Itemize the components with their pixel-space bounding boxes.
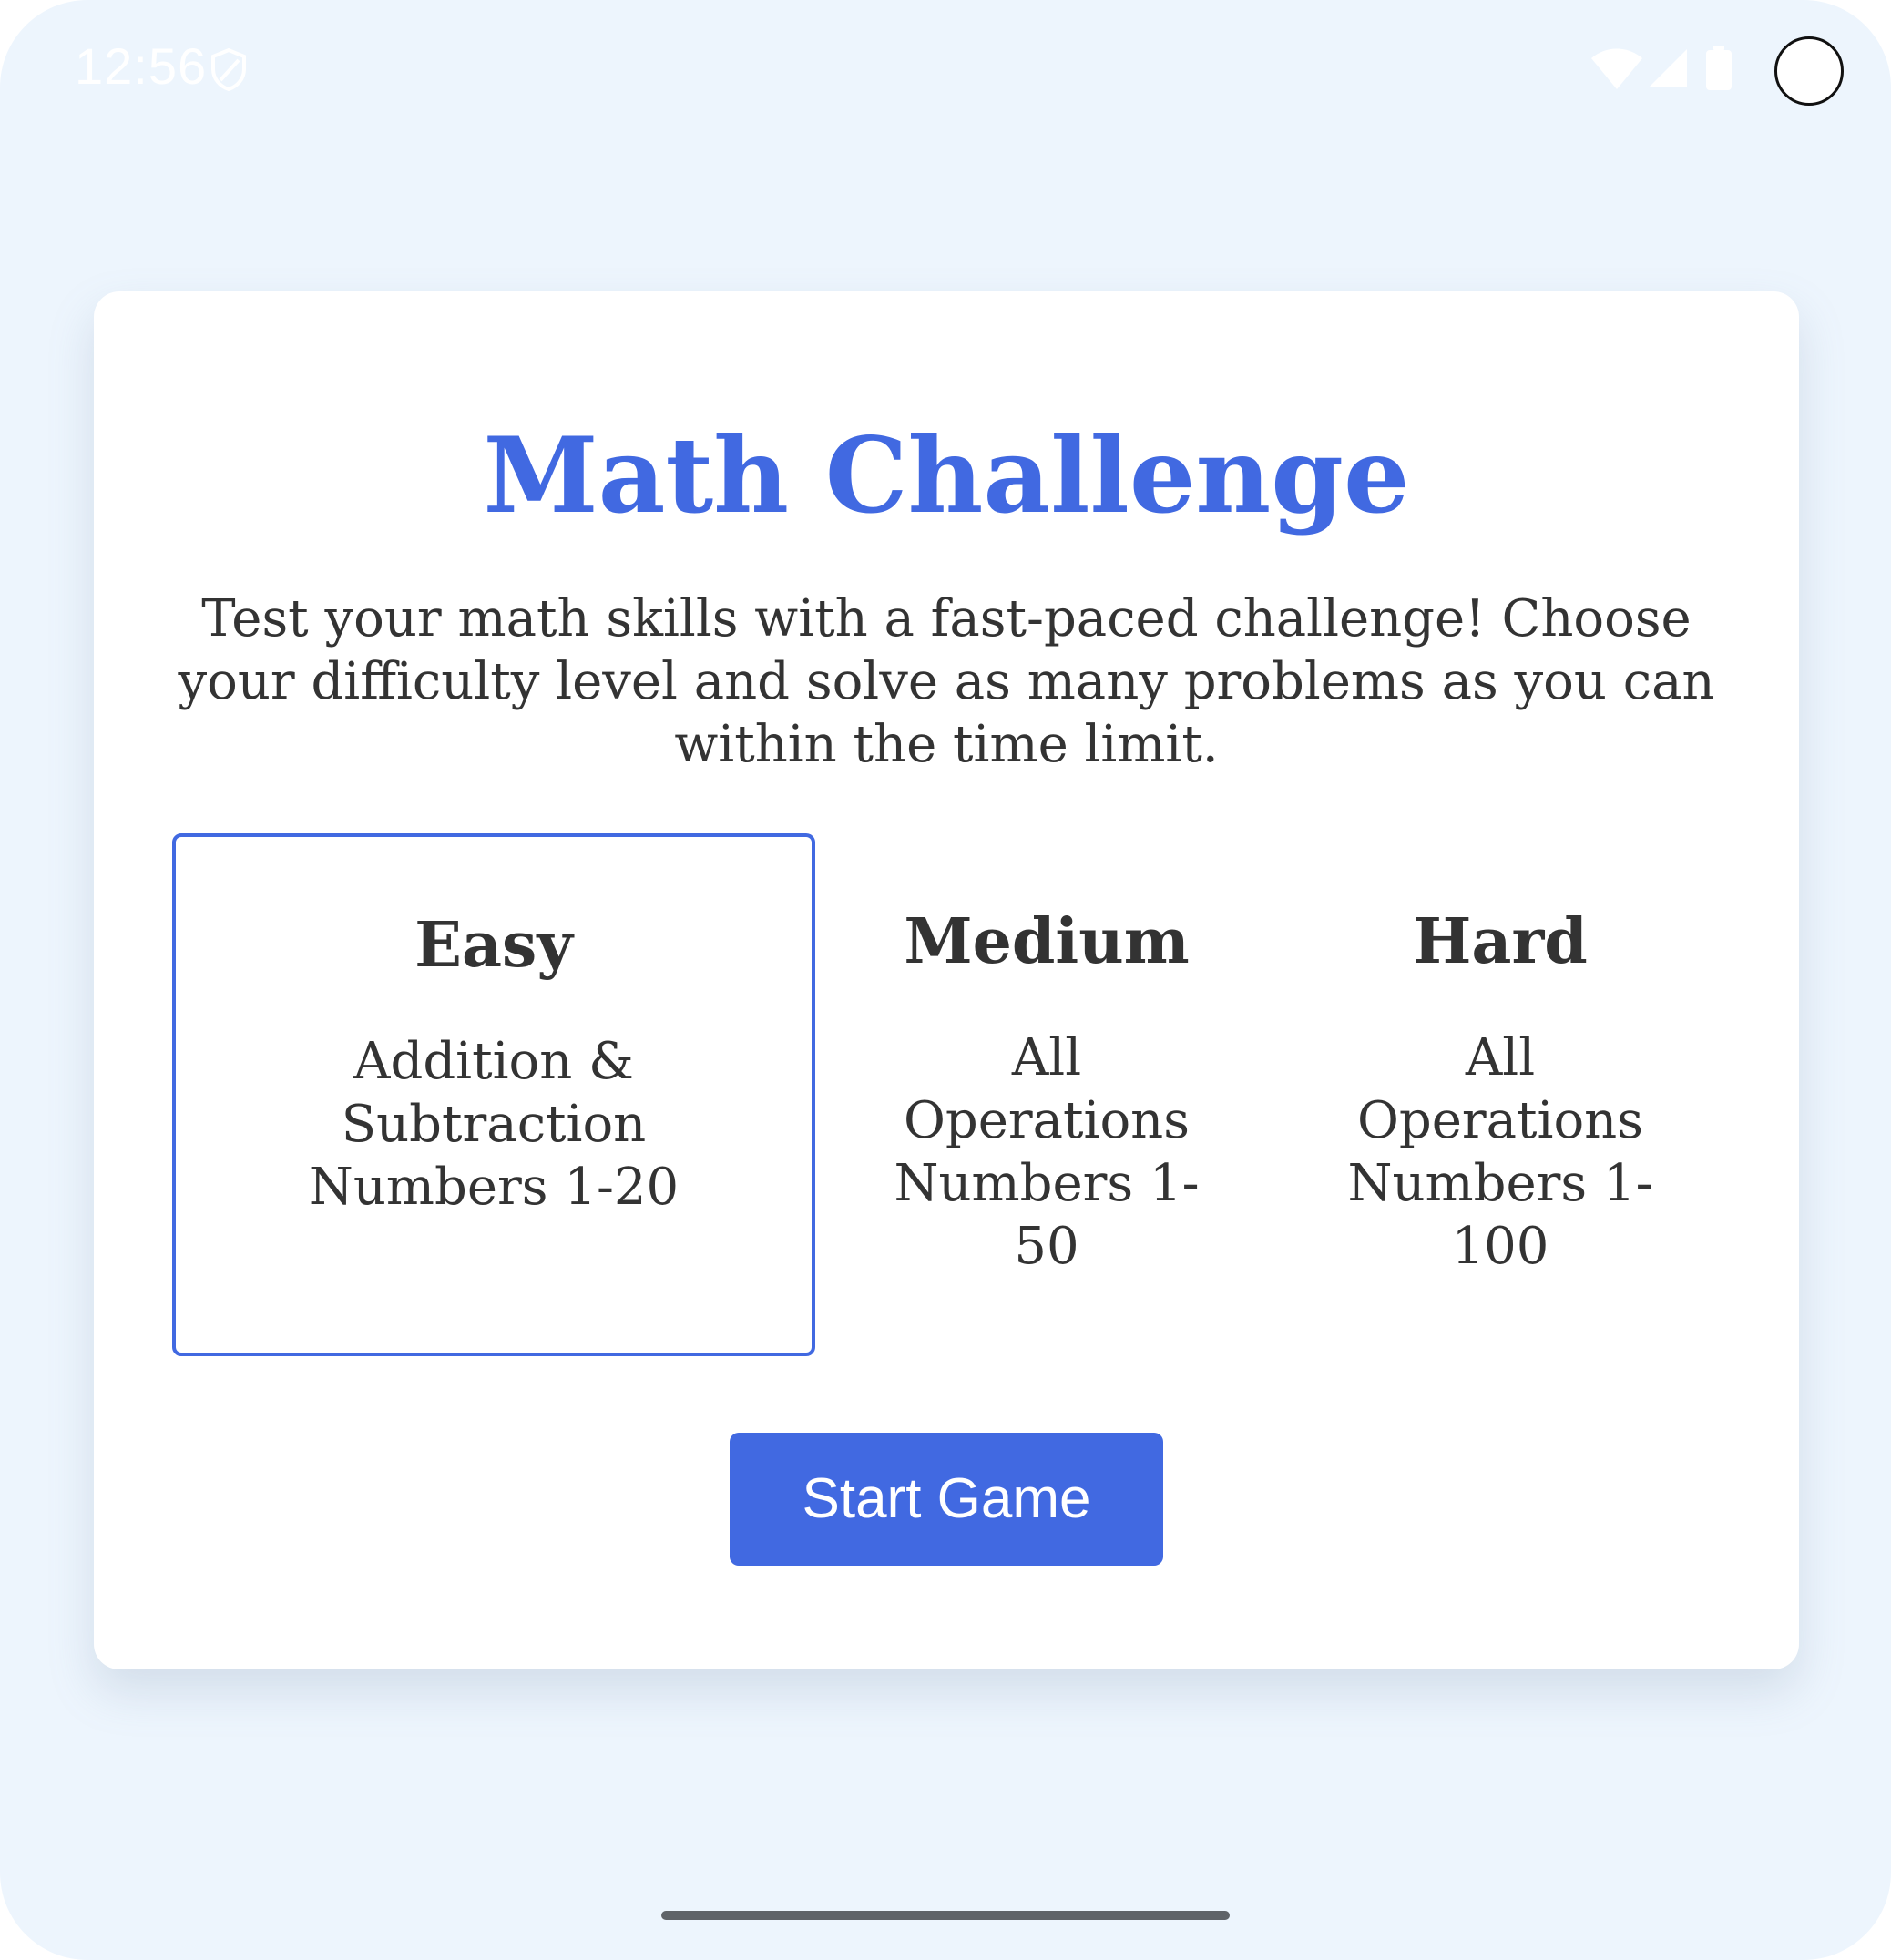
game-setup-card: Math Challenge Test your math skills wit… bbox=[94, 291, 1799, 1669]
home-indicator[interactable] bbox=[661, 1911, 1230, 1920]
difficulty-description: All Operations Numbers 1- 100 bbox=[1347, 1028, 1653, 1276]
difficulty-option-easy[interactable]: Easy Addition & Subtraction Numbers 1-20 bbox=[172, 833, 815, 1356]
camera-cutout bbox=[1774, 36, 1844, 106]
difficulty-label: Medium bbox=[904, 905, 1190, 978]
difficulty-option-medium[interactable]: Medium All Operations Numbers 1- 50 bbox=[846, 833, 1247, 1356]
difficulty-description: All Operations Numbers 1- 50 bbox=[894, 1028, 1200, 1276]
device-screen: 12:56 Math Challenge Test your math skil… bbox=[0, 0, 1891, 1960]
difficulty-label: Hard bbox=[1413, 905, 1588, 978]
wifi-icon bbox=[1591, 48, 1642, 89]
start-game-button[interactable]: Start Game bbox=[730, 1433, 1163, 1566]
difficulty-options: Easy Addition & Subtraction Numbers 1-20… bbox=[172, 833, 1730, 1356]
difficulty-option-hard[interactable]: Hard All Operations Numbers 1- 100 bbox=[1291, 833, 1710, 1356]
status-time: 12:56 bbox=[75, 37, 208, 95]
battery-icon bbox=[1706, 46, 1732, 90]
difficulty-label: Easy bbox=[414, 909, 573, 982]
difficulty-description: Addition & Subtraction Numbers 1-20 bbox=[308, 1032, 680, 1217]
page-title: Math Challenge bbox=[483, 414, 1410, 536]
signal-icon bbox=[1649, 49, 1687, 87]
game-description: Test your math skills with a fast-paced … bbox=[178, 589, 1715, 774]
shield-icon bbox=[211, 47, 246, 91]
